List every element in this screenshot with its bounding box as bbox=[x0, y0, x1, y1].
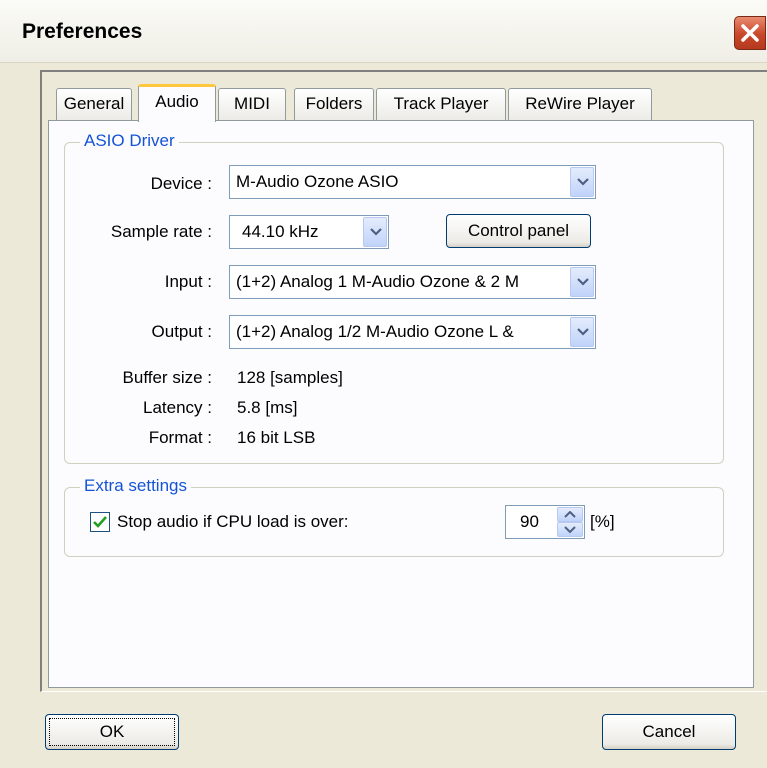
device-value: M-Audio Ozone ASIO bbox=[236, 172, 399, 191]
chevron-down-icon bbox=[570, 267, 594, 297]
cpu-load-unit: [%] bbox=[590, 512, 615, 531]
extra-settings-legend: Extra settings bbox=[80, 476, 191, 496]
input-value: (1+2) Analog 1 M-Audio Ozone & 2 M bbox=[236, 272, 520, 291]
chevron-down-icon bbox=[570, 167, 594, 197]
tab-general[interactable]: General bbox=[56, 88, 132, 120]
close-icon bbox=[741, 24, 759, 42]
tab-folders[interactable]: Folders bbox=[294, 88, 374, 120]
cpu-load-label: Stop audio if CPU load is over: bbox=[117, 512, 349, 531]
cpu-load-checkbox[interactable] bbox=[90, 512, 110, 532]
latency-value: 5.8 [ms] bbox=[237, 398, 298, 417]
tab-audio[interactable]: Audio bbox=[138, 84, 216, 122]
device-label: Device : bbox=[150, 174, 212, 193]
device-select[interactable]: M-Audio Ozone ASIO bbox=[229, 165, 596, 199]
buffer-size-label: Buffer size : bbox=[122, 368, 212, 387]
sample-rate-value: 44.10 kHz bbox=[242, 222, 319, 241]
output-value: (1+2) Analog 1/2 M-Audio Ozone L & bbox=[236, 322, 514, 341]
input-select[interactable]: (1+2) Analog 1 M-Audio Ozone & 2 M bbox=[229, 265, 596, 299]
asio-driver-legend: ASIO Driver bbox=[80, 131, 179, 151]
cpu-load-value: 90 bbox=[520, 512, 539, 531]
control-panel-button[interactable]: Control panel bbox=[446, 214, 591, 248]
cancel-button[interactable]: Cancel bbox=[602, 714, 736, 750]
format-label: Format : bbox=[148, 428, 212, 447]
chevron-down-icon bbox=[564, 526, 576, 534]
close-button[interactable] bbox=[734, 16, 766, 50]
buffer-size-value: 128 [samples] bbox=[237, 368, 343, 387]
cpu-load-spinner[interactable]: 90 bbox=[505, 505, 585, 539]
ok-button[interactable]: OK bbox=[45, 714, 179, 750]
chevron-down-icon bbox=[363, 217, 387, 247]
spin-down-button[interactable] bbox=[557, 522, 583, 537]
sample-rate-label: Sample rate : bbox=[110, 222, 212, 241]
spin-up-button[interactable] bbox=[557, 507, 583, 522]
window-title: Preferences bbox=[22, 20, 143, 43]
checkmark-icon bbox=[93, 516, 107, 528]
output-label: Output : bbox=[151, 322, 212, 341]
input-label: Input : bbox=[164, 272, 212, 291]
tab-midi[interactable]: MIDI bbox=[218, 88, 286, 120]
output-select[interactable]: (1+2) Analog 1/2 M-Audio Ozone L & bbox=[229, 315, 596, 349]
chevron-down-icon bbox=[570, 317, 594, 347]
sample-rate-select[interactable]: 44.10 kHz bbox=[229, 215, 389, 249]
format-value: 16 bit LSB bbox=[237, 428, 316, 447]
chevron-up-icon bbox=[564, 511, 576, 518]
tab-track-player[interactable]: Track Player bbox=[376, 88, 506, 120]
latency-label: Latency : bbox=[143, 398, 212, 417]
tab-rewire-player[interactable]: ReWire Player bbox=[508, 88, 652, 120]
